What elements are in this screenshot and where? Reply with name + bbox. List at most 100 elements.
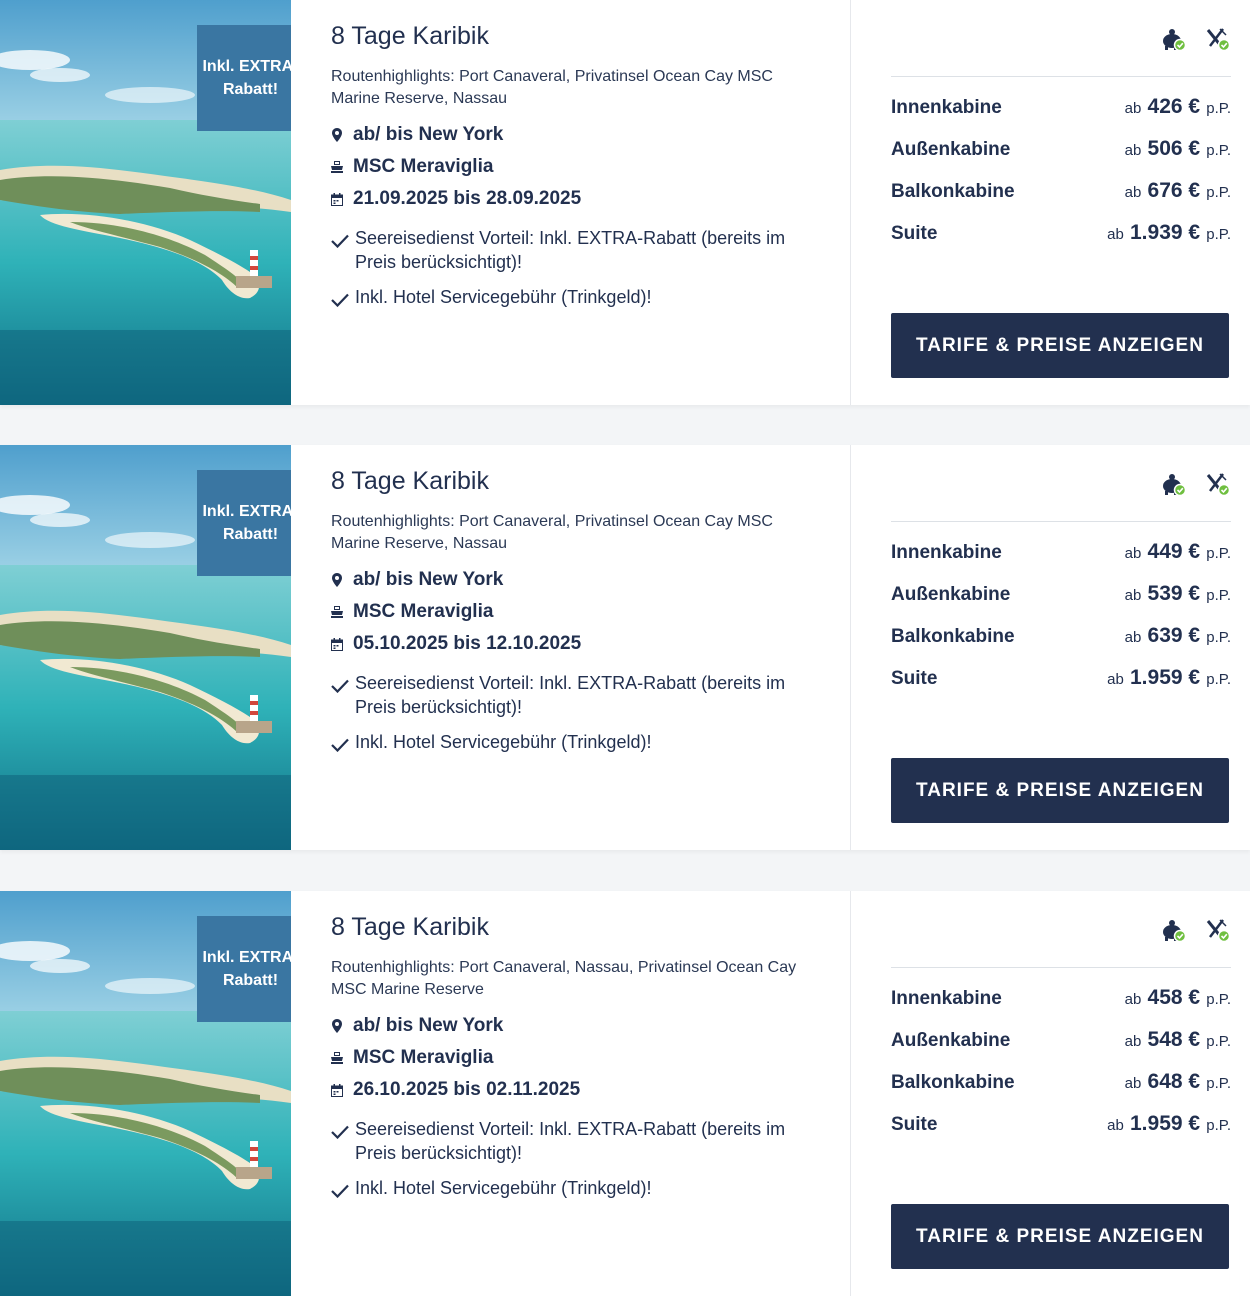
price-suffix: p.P. [1206,142,1231,159]
cutlery-check-icon [1205,473,1231,502]
column-divider [850,445,851,850]
travel-dates: 05.10.2025 bis 12.10.2025 [331,633,581,655]
cabin-price: ab 1.959 € p.P. [1107,666,1231,690]
travel-dates: 21.09.2025 bis 28.09.2025 [331,188,581,210]
location-pin-icon [331,128,343,142]
prices-divider [891,76,1231,77]
ship-name: MSC Meraviglia [331,601,493,623]
cabin-type: Außenkabine [891,139,1011,160]
ship-icon [331,1051,343,1065]
cruise-title[interactable]: 8 Tage Karibik [331,22,489,51]
route-highlights: Routenhighlights: Port Canaveral, Privat… [331,513,773,552]
piggy-bank-check-icon [1161,473,1187,502]
ship-name-label: MSC Meraviglia [353,1047,494,1068]
price-prefix: ab [1107,1117,1124,1134]
price-amount: 1.939 € [1130,221,1201,244]
cabin-price-row: Suite ab 1.939 € p.P. [891,221,1231,245]
cabin-price-row: Balkonkabine ab 639 € p.P. [891,624,1231,648]
cabin-price: ab 458 € p.P. [1125,986,1231,1010]
cabin-type: Suite [891,668,938,689]
cabin-price: ab 676 € p.P. [1125,179,1231,203]
checkmark-icon [331,226,351,254]
calendar-icon [331,192,343,206]
cabin-type: Außenkabine [891,584,1011,605]
benefit-item: Inkl. Hotel Servicegebühr (Trinkgeld)! [331,1176,831,1204]
departure-port-label: ab/ bis New York [353,1015,504,1036]
price-amount: 1.959 € [1130,1112,1201,1135]
destination-image[interactable]: Inkl. EXTRA-Rabatt! [0,0,291,405]
column-divider [850,0,851,405]
cruise-offer-card: Inkl. EXTRA-Rabatt! 8 Tage Karibik Route… [0,891,1250,1296]
price-prefix: ab [1107,671,1124,688]
ship-name-label: MSC Meraviglia [353,601,494,622]
benefit-item: Inkl. Hotel Servicegebühr (Trinkgeld)! [331,285,831,313]
price-suffix: p.P. [1206,671,1231,688]
cabin-price: ab 506 € p.P. [1125,137,1231,161]
cabin-price: ab 1.939 € p.P. [1107,221,1231,245]
price-amount: 548 € [1147,1028,1201,1051]
departure-port-label: ab/ bis New York [353,124,504,145]
cabin-price: ab 1.959 € p.P. [1107,1112,1231,1136]
price-prefix: ab [1124,991,1142,1008]
price-amount: 1.959 € [1130,666,1201,689]
cabin-type: Außenkabine [891,1030,1011,1051]
cruise-offer-card: Inkl. EXTRA-Rabatt! 8 Tage Karibik Route… [0,445,1250,850]
price-prefix: ab [1124,184,1142,201]
column-divider [850,891,851,1296]
price-amount: 539 € [1147,582,1201,605]
price-prefix: ab [1124,1033,1142,1050]
departure-port: ab/ bis New York [331,1015,503,1037]
price-amount: 449 € [1147,540,1201,563]
cabin-type: Balkonkabine [891,1072,1015,1093]
checkmark-icon [331,285,351,313]
cabin-price-row: Außenkabine ab 548 € p.P. [891,1028,1231,1052]
benefit-item: Seereisedienst Vorteil: Inkl. EXTRA-Raba… [331,226,831,274]
destination-image[interactable]: Inkl. EXTRA-Rabatt! [0,445,291,850]
cruise-title[interactable]: 8 Tage Karibik [331,913,489,942]
prices-divider [891,967,1231,968]
cabin-type: Balkonkabine [891,626,1015,647]
benefit-item: Inkl. Hotel Servicegebühr (Trinkgeld)! [331,730,831,758]
cabin-price-row: Suite ab 1.959 € p.P. [891,666,1231,690]
price-amount: 506 € [1147,137,1201,160]
cabin-type: Innenkabine [891,542,1002,563]
price-prefix: ab [1124,142,1142,159]
benefit-text: Seereisedienst Vorteil: Inkl. EXTRA-Raba… [355,1119,786,1163]
cabin-price-row: Innenkabine ab 449 € p.P. [891,540,1231,564]
checkmark-icon [331,1117,351,1145]
price-suffix: p.P. [1206,226,1231,243]
departure-port: ab/ bis New York [331,569,503,591]
show-rates-button[interactable]: TARIFE & PREISE ANZEIGEN [891,313,1229,378]
travel-dates: 26.10.2025 bis 02.11.2025 [331,1079,580,1101]
price-prefix: ab [1124,1075,1142,1092]
price-prefix: ab [1124,587,1142,604]
extra-discount-badge: Inkl. EXTRA-Rabatt! [197,25,291,131]
checkmark-icon [331,671,351,699]
benefit-text: Seereisedienst Vorteil: Inkl. EXTRA-Raba… [355,228,786,272]
ship-name: MSC Meraviglia [331,156,493,178]
cabin-type: Innenkabine [891,988,1002,1009]
ship-icon [331,160,343,174]
benefit-item: Seereisedienst Vorteil: Inkl. EXTRA-Raba… [331,1117,831,1165]
cabin-price-row: Balkonkabine ab 648 € p.P. [891,1070,1231,1094]
cabin-price-row: Außenkabine ab 539 € p.P. [891,582,1231,606]
cruise-title[interactable]: 8 Tage Karibik [331,467,489,496]
prices-divider [891,521,1231,522]
ship-icon [331,605,343,619]
extra-discount-badge: Inkl. EXTRA-Rabatt! [197,916,291,1022]
checkmark-icon [331,1176,351,1204]
cabin-type: Suite [891,223,938,244]
price-suffix: p.P. [1206,1075,1231,1092]
price-suffix: p.P. [1206,629,1231,646]
travel-dates-label: 21.09.2025 bis 28.09.2025 [353,188,582,209]
price-suffix: p.P. [1206,991,1231,1008]
cabin-type: Balkonkabine [891,181,1015,202]
departure-port: ab/ bis New York [331,124,503,146]
cabin-price-row: Innenkabine ab 458 € p.P. [891,986,1231,1010]
destination-image[interactable]: Inkl. EXTRA-Rabatt! [0,891,291,1296]
price-suffix: p.P. [1206,1033,1231,1050]
show-rates-button[interactable]: TARIFE & PREISE ANZEIGEN [891,1204,1229,1269]
price-amount: 676 € [1147,179,1201,202]
show-rates-button[interactable]: TARIFE & PREISE ANZEIGEN [891,758,1229,823]
cutlery-check-icon [1205,28,1231,57]
